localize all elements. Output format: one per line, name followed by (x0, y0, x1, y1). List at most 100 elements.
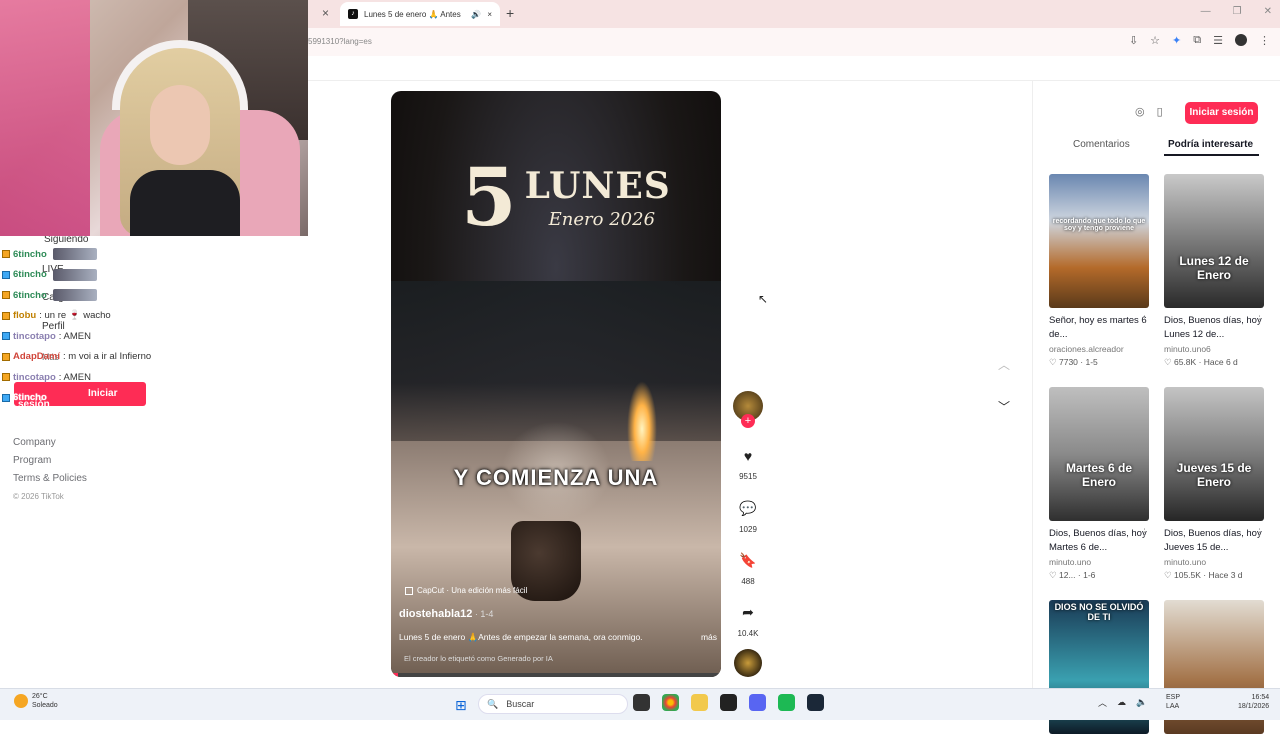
follow-plus-icon[interactable]: + (741, 414, 755, 428)
compass-icon[interactable]: ◎ (1135, 105, 1145, 118)
clock-time: 16:54 (1251, 694, 1270, 701)
card-title[interactable]: Dios, Buenos días, hoy Jueves 15 de... (1164, 527, 1264, 555)
card-author[interactable]: oraciones.alcreador (1049, 344, 1149, 354)
task-view-icon[interactable] (633, 694, 650, 711)
video-progress-bar[interactable] (391, 673, 721, 677)
video-thumbnail[interactable]: recordando que todo lo que soy y tengo p… (1049, 174, 1149, 308)
discord-icon[interactable] (749, 694, 766, 711)
card-more-options-icon[interactable]: ⋮ (1255, 314, 1264, 325)
chat-message: tincotapo: AMEN (2, 367, 202, 388)
chat-username: 6tincho (13, 269, 47, 281)
windows-start-icon[interactable]: ⊞ (455, 697, 467, 714)
card-author[interactable]: minuto.uno6 (1164, 344, 1264, 354)
profile-avatar-icon[interactable] (1235, 34, 1247, 46)
close-tab-button[interactable]: × (322, 6, 329, 20)
tiktok-favicon-icon: ♪ (348, 9, 358, 19)
thumbnail-text: Lunes 12 de Enero (1179, 254, 1249, 282)
video-thumbnail[interactable]: Martes 6 de Enero (1049, 387, 1149, 521)
weather-widget[interactable]: 26°C Soleado (14, 692, 58, 710)
minimize-icon[interactable]: — (1201, 6, 1211, 17)
volume-icon[interactable]: 🔈 (1136, 697, 1147, 708)
chat-badge-icon (2, 311, 10, 320)
card-like-count: 105.5K (1173, 570, 1201, 580)
card-author[interactable]: minuto.uno (1049, 557, 1149, 567)
clock-date: 18/1/2026 (1238, 703, 1270, 710)
comment-button[interactable]: 💬 1029 (728, 500, 768, 534)
card-title[interactable]: Dios, Buenos días, hoy Martes 6 de... (1049, 527, 1149, 555)
video-day-number: 5 (461, 150, 517, 244)
meta-separator: · (1196, 357, 1204, 367)
card-date: Hace 3 d (1208, 570, 1243, 580)
language-indicator[interactable]: ESP LAA (1166, 693, 1180, 711)
card-author[interactable]: minuto.uno (1164, 557, 1264, 567)
chat-message: 6tincho (2, 244, 202, 265)
card-title[interactable]: Dios, Buenos días, hoy Lunes 12 de... (1164, 314, 1264, 342)
install-app-icon[interactable]: ⇩ (1129, 34, 1138, 47)
puzzle-extensions-icon[interactable]: ⧉ (1193, 34, 1201, 47)
music-disc-icon[interactable] (734, 649, 762, 677)
extension-icon[interactable]: ✦ (1172, 34, 1181, 47)
obs-icon[interactable] (720, 694, 737, 711)
login-button[interactable]: Iniciar sesión (1185, 102, 1258, 124)
thumbnail-text: DIOS NO SE OLVIDÓ DE TI (1054, 602, 1144, 622)
steam-icon[interactable] (807, 694, 824, 711)
url-text[interactable]: 5991310?lang=es (308, 37, 372, 46)
video-player[interactable]: 5 LUNES Enero 2026 Y COMIENZA UNA CapCut… (391, 91, 721, 677)
like-button[interactable]: ♥ 9515 (728, 448, 768, 481)
card-like-count: 12... (1058, 570, 1076, 580)
chat-text: : m voi a ir al Infierno (62, 351, 152, 363)
file-explorer-icon[interactable] (691, 694, 708, 711)
card-more-options-icon[interactable]: ⋮ (1255, 527, 1264, 538)
tab-you-may-like[interactable]: Podría interesarte (1168, 139, 1253, 150)
close-tab-icon[interactable]: × (487, 10, 492, 19)
tab-comments[interactable]: Comentarios (1073, 139, 1130, 150)
taskbar-search-box[interactable]: 🔍 Buscar (478, 694, 628, 714)
save-button[interactable]: 🔖 488 (728, 552, 768, 586)
active-tab[interactable]: ♪ Lunes 5 de enero 🙏 Antes 🔊 × (340, 2, 500, 26)
card-date: Hace 6 d (1203, 357, 1238, 367)
taskbar-apps (633, 694, 824, 711)
spotify-icon[interactable] (778, 694, 795, 711)
meta-separator: · (1200, 570, 1209, 580)
card-title[interactable]: Señor, hoy es martes 6 de... (1049, 314, 1149, 342)
footer-link-program[interactable]: Program (13, 452, 87, 470)
recommended-video-card[interactable]: Lunes 12 de Enero Dios, Buenos días, hoy … (1164, 174, 1264, 368)
bookmark-star-icon[interactable]: ☆ (1150, 34, 1160, 47)
recommended-video-card[interactable]: Jueves 15 de Enero Dios, Buenos días, hoy… (1164, 387, 1264, 581)
browser-menu-icon[interactable]: ⋮ (1259, 34, 1270, 47)
next-video-chevron-down-icon[interactable]: ﹀ (998, 398, 1010, 415)
chat-username: tincotapo (13, 330, 56, 342)
chat-emote-icon (52, 289, 97, 302)
card-meta: ♡ 7730 · 1-5 (1049, 357, 1149, 368)
like-count: 9515 (739, 472, 757, 481)
recommended-video-card[interactable]: Martes 6 de Enero Dios, Buenos días, hoy … (1049, 387, 1149, 581)
taskbar-clock[interactable]: 16:54 18/1/2026 (1238, 693, 1269, 711)
previous-video-chevron-up-icon[interactable]: ︿ (998, 356, 1010, 373)
weather-condition: Soleado (32, 702, 58, 709)
new-tab-button[interactable]: + (506, 5, 514, 21)
chat-text: : un re 🍷 wacho (39, 310, 111, 322)
post-date: · 1-4 (472, 609, 494, 619)
tray-overflow-chevron-icon[interactable]: ︿ (1098, 696, 1107, 709)
card-more-options-icon[interactable]: ⋮ (1140, 314, 1149, 325)
more-link[interactable]: más (701, 632, 717, 643)
chrome-icon[interactable] (662, 694, 679, 711)
video-thumbnail[interactable]: Jueves 15 de Enero (1164, 387, 1264, 521)
close-window-icon[interactable]: ✕ (1264, 6, 1272, 17)
speaker-icon[interactable]: 🔊 (471, 10, 481, 19)
capcut-tag[interactable]: CapCut · Una edición más fácil (405, 586, 527, 595)
chat-badge-icon (2, 332, 10, 341)
thumbnail-text: recordando que todo lo que soy y tengo p… (1052, 218, 1146, 232)
network-icon[interactable]: ☁ (1117, 697, 1126, 708)
video-author[interactable]: diostehabla12 · 1-4 (399, 608, 493, 620)
footer-link-company[interactable]: Company (13, 434, 87, 452)
video-thumbnail[interactable]: Lunes 12 de Enero (1164, 174, 1264, 308)
tab-title: Lunes 5 de enero 🙏 Antes (364, 9, 461, 19)
reading-list-icon[interactable]: ☰ (1213, 34, 1223, 47)
card-more-options-icon[interactable]: ⋮ (1140, 527, 1149, 538)
recommended-video-card[interactable]: recordando que todo lo que soy y tengo p… (1049, 174, 1149, 368)
mobile-icon[interactable]: ▯ (1157, 105, 1163, 118)
share-button[interactable]: ➦ 10.4K (728, 604, 768, 638)
footer-link-terms[interactable]: Terms & Policies (13, 470, 87, 488)
maximize-icon[interactable]: ❐ (1233, 6, 1242, 17)
